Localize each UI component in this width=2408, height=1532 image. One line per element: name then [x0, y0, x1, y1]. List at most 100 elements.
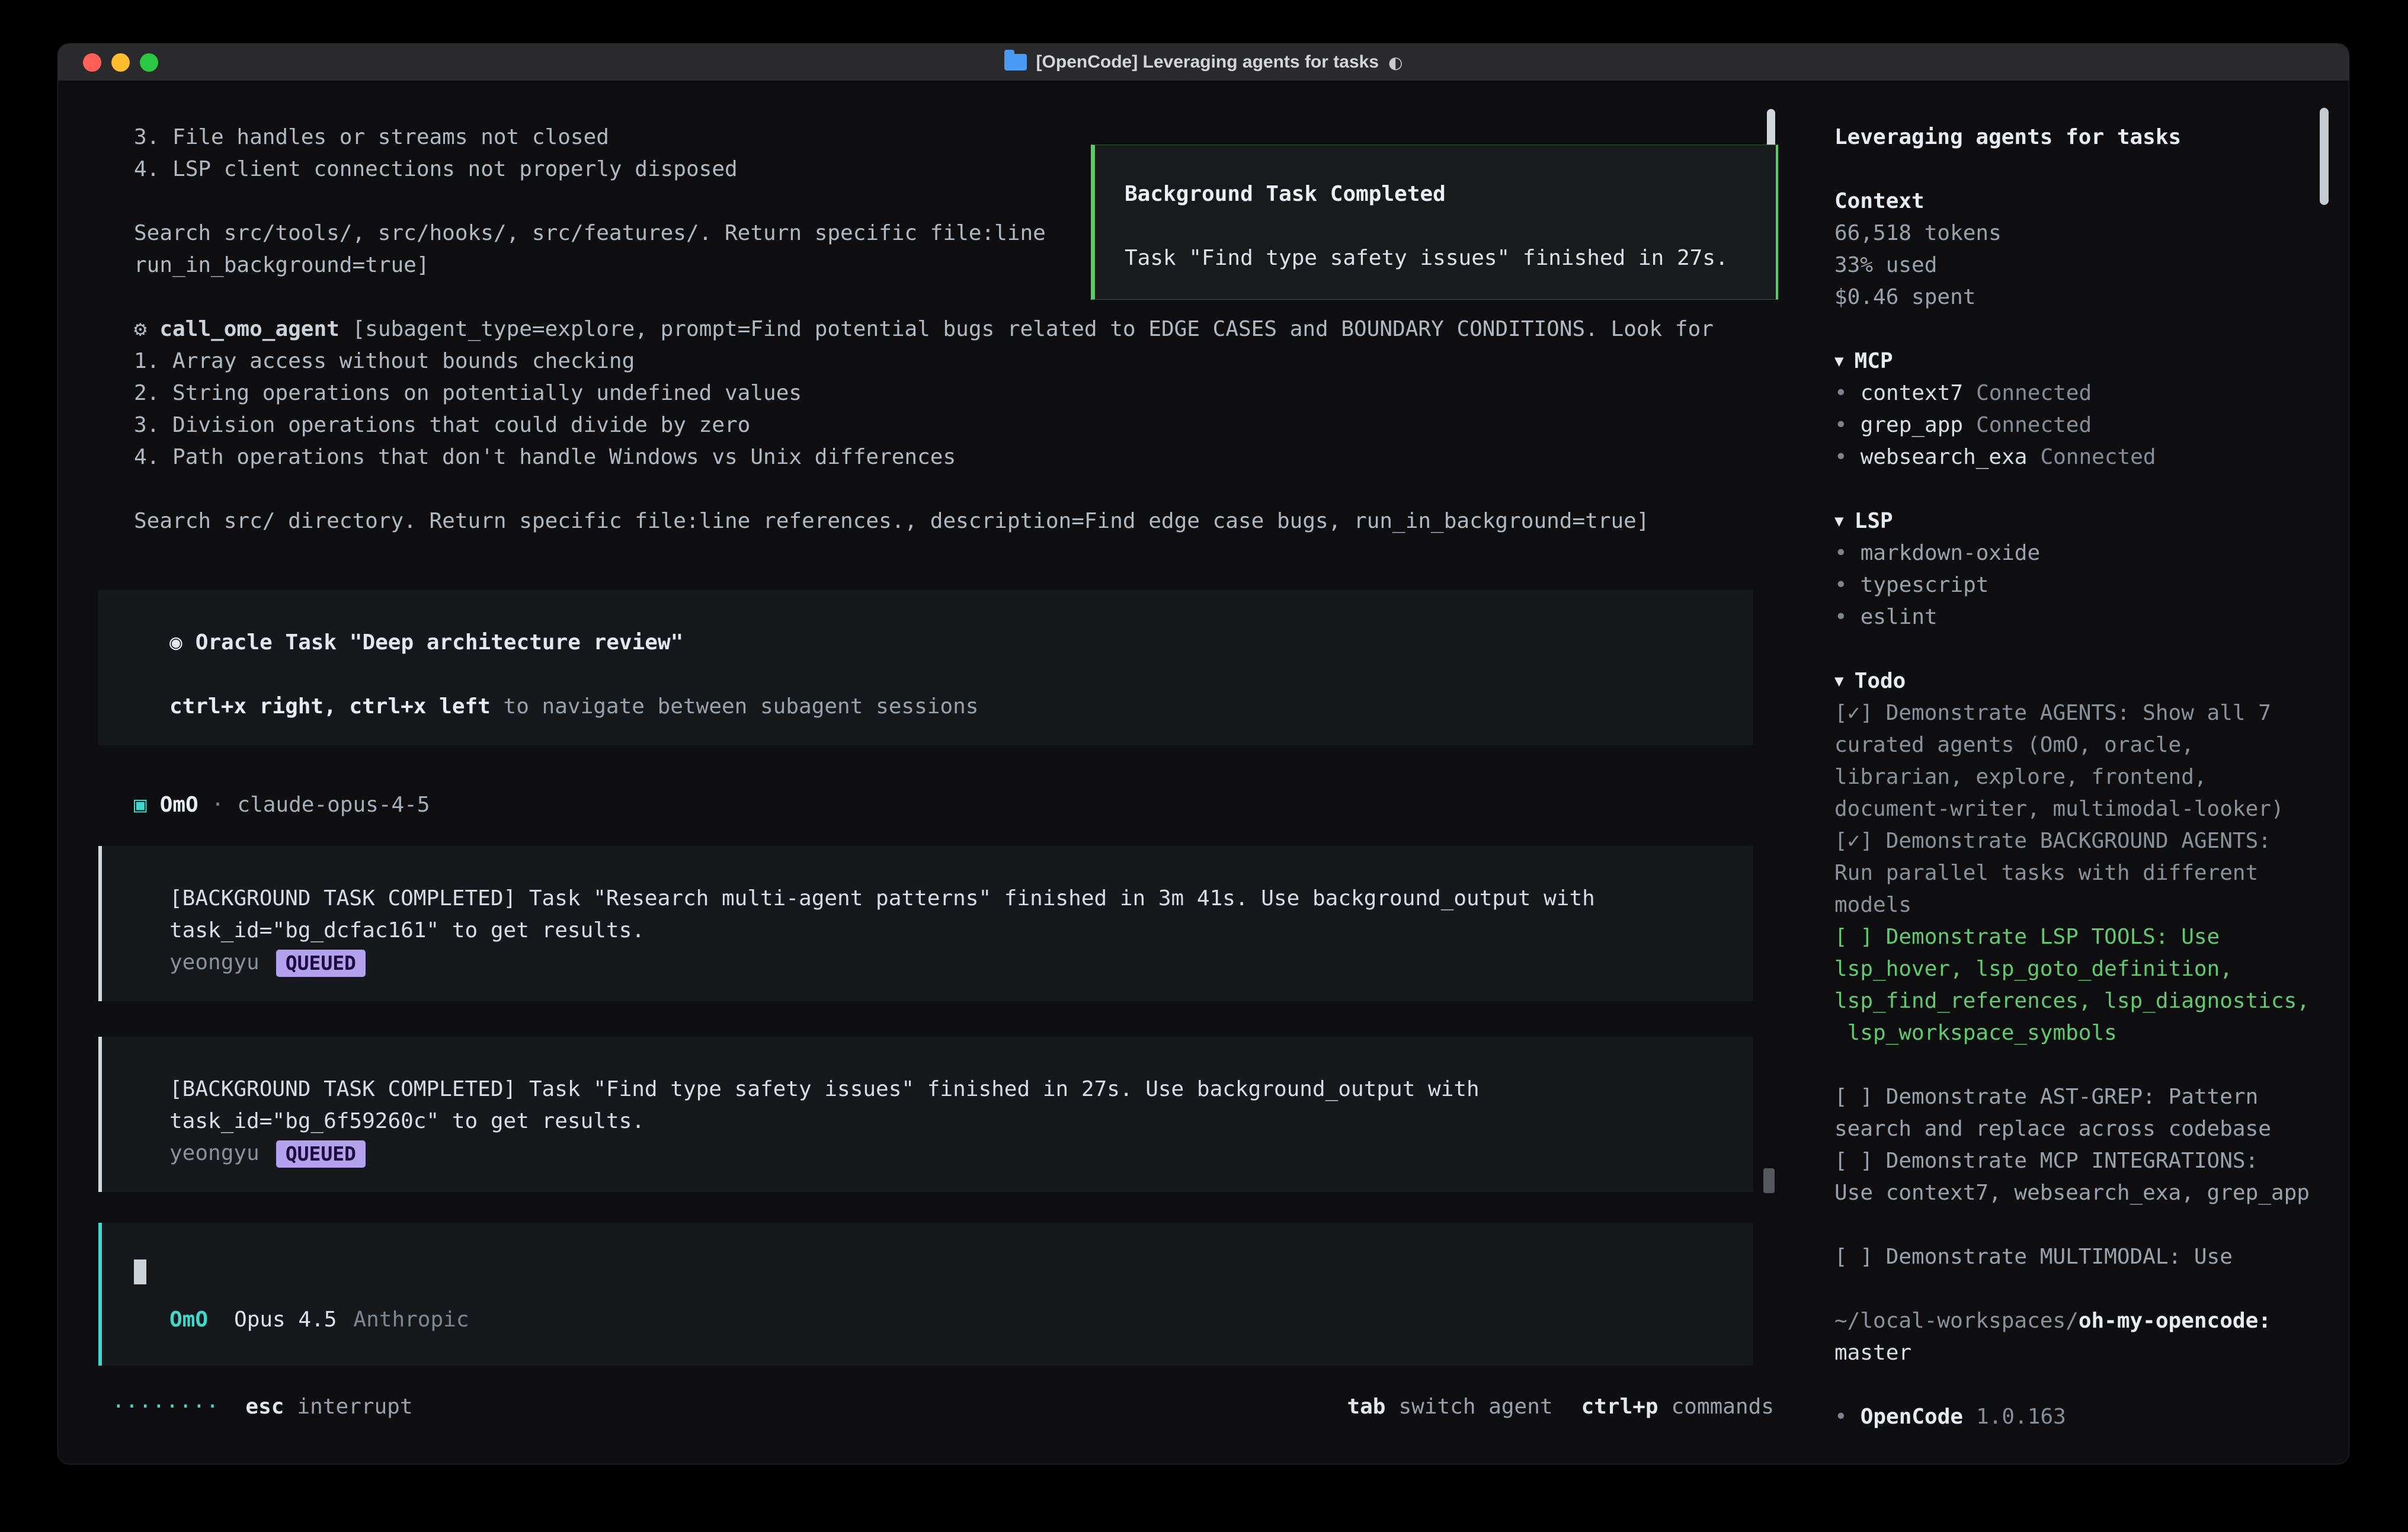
- toast-body: Task "Find type safety issues" finished …: [1125, 242, 1758, 274]
- oracle-hint-keys: ctrl+x right, ctrl+x left: [169, 694, 491, 719]
- mcp-item: •grep_appConnected: [1834, 409, 2337, 441]
- mcp-section-header[interactable]: ▼MCP: [1834, 345, 2337, 377]
- agent-model: claude-opus-4-5: [237, 793, 430, 817]
- workspace-section: ~/local-workspaces/oh-my-opencode: maste…: [1834, 1305, 2337, 1369]
- separator-dot: ·: [212, 793, 225, 817]
- window-title: [OpenCode] Leveraging agents for tasks ◐: [1004, 52, 1403, 72]
- status-right: tab switch agent ctrl+p commands: [1347, 1391, 1774, 1423]
- message-line: task_id="bg_6f59260c" to get results.: [134, 1105, 1730, 1137]
- oracle-hint-text: to navigate between subagent sessions: [491, 694, 979, 719]
- folder-icon: [1004, 54, 1027, 70]
- terminal-line: 4. Path operations that don't handle Win…: [98, 441, 1753, 473]
- esc-key-hint: esc: [245, 1391, 284, 1423]
- oracle-task-box[interactable]: ◉Oracle Task "Deep architecture review" …: [98, 590, 1753, 745]
- minimize-button[interactable]: [111, 53, 130, 72]
- tab-key-label: switch agent: [1398, 1391, 1552, 1423]
- input-model-name: Opus 4.5: [234, 1307, 337, 1332]
- toast-title: Background Task Completed: [1125, 178, 1758, 210]
- spacer-line: [134, 659, 1730, 691]
- chevron-down-icon: ▼: [1834, 665, 1844, 697]
- scrollbar-thumb[interactable]: [1767, 109, 1775, 149]
- todo-item: [ ] Demonstrate MCP INTEGRATIONS: Use co…: [1834, 1145, 2337, 1209]
- queued-badge: QUEUED: [276, 1140, 366, 1168]
- terminal-line: 3. Division operations that could divide…: [98, 409, 1753, 441]
- terminal-line: [98, 473, 1753, 505]
- half-circle-icon: ◐: [1388, 53, 1402, 72]
- bullet-icon: •: [1834, 413, 1847, 437]
- context-spent: $0.46 spent: [1834, 281, 2337, 313]
- oracle-task-title: ◉Oracle Task "Deep architecture review": [134, 627, 1730, 659]
- version-line: • OpenCode 1.0.163: [1834, 1401, 2337, 1433]
- message-line: [BACKGROUND TASK COMPLETED] Task "Resear…: [134, 883, 1730, 915]
- workspace-branch: master: [1834, 1337, 2337, 1369]
- toast-notification[interactable]: Background Task Completed Task "Find typ…: [1091, 145, 1778, 300]
- input-footer: OmOOpus 4.5Anthropic: [134, 1304, 1730, 1336]
- chevron-down-icon: ▼: [1834, 505, 1844, 537]
- app-name: OpenCode: [1861, 1405, 1963, 1429]
- scrollbar-thumb[interactable]: [2320, 108, 2329, 205]
- todo-section-header[interactable]: ▼Todo: [1834, 665, 2337, 697]
- queued-badge: QUEUED: [276, 950, 366, 977]
- bullet-icon: •: [1834, 1405, 1847, 1429]
- bullet-icon: •: [1834, 541, 1847, 565]
- todo-item-active: [ ] Demonstrate LSP TOOLS: Use lsp_hover…: [1834, 921, 2337, 1049]
- zoom-button[interactable]: [140, 53, 158, 72]
- opencode-window: [OpenCode] Leveraging agents for tasks ◐…: [57, 43, 2349, 1464]
- context-used: 33% used: [1834, 249, 2337, 281]
- bullet-icon: •: [1834, 573, 1847, 597]
- version-section: • OpenCode 1.0.163: [1834, 1401, 2337, 1433]
- context-tokens: 66,518 tokens: [1834, 217, 2337, 249]
- close-button[interactable]: [83, 53, 101, 72]
- oracle-hint: ctrl+x right, ctrl+x left to navigate be…: [134, 691, 1730, 723]
- terminal-line: 1. Array access without bounds checking: [98, 345, 1753, 377]
- text-cursor: [134, 1259, 146, 1284]
- lsp-section-header[interactable]: ▼LSP: [1834, 505, 2337, 537]
- agent-square-icon: ▣: [134, 793, 147, 817]
- ctrlp-key-hint: ctrl+p: [1581, 1391, 1658, 1423]
- window-title-text: [OpenCode] Leveraging agents for tasks: [1036, 52, 1379, 72]
- message-line: task_id="bg_dcfac161" to get results.: [134, 915, 1730, 947]
- terminal-line: Search src/ directory. Return specific f…: [98, 505, 1753, 537]
- session-title: Leveraging agents for tasks: [1834, 121, 2337, 153]
- prompt-input[interactable]: OmOOpus 4.5Anthropic: [98, 1223, 1753, 1366]
- author-name: yeongyu: [169, 950, 260, 975]
- context-section: Context 66,518 tokens 33% used $0.46 spe…: [1834, 185, 2337, 313]
- ctrlp-key-label: commands: [1671, 1391, 1774, 1423]
- todo-item: [ ] Demonstrate AST-GREP: Pattern search…: [1834, 1081, 2337, 1145]
- traffic-lights: [83, 44, 158, 81]
- scrollbar-thumb[interactable]: [1763, 1168, 1775, 1193]
- tool-call-name: call_omo_agent: [159, 317, 339, 341]
- input-agent-name: OmO: [169, 1307, 208, 1332]
- mcp-item: •websearch_exaConnected: [1834, 441, 2337, 473]
- background-task-message: [BACKGROUND TASK COMPLETED] Task "Find t…: [98, 1037, 1753, 1192]
- message-line: [BACKGROUND TASK COMPLETED] Task "Find t…: [134, 1073, 1730, 1105]
- author-name: yeongyu: [169, 1141, 260, 1165]
- spinner-dots: ········: [112, 1391, 219, 1423]
- workspace-path: ~/local-workspaces/oh-my-opencode:: [1834, 1305, 2337, 1337]
- background-task-message: [BACKGROUND TASK COMPLETED] Task "Resear…: [98, 846, 1753, 1001]
- tool-call-line: ⚙ call_omo_agent [subagent_type=explore,…: [98, 313, 1753, 345]
- todo-item: [✓] Demonstrate BACKGROUND AGENTS: Run p…: [1834, 825, 2337, 921]
- spacer-line: [1125, 210, 1758, 242]
- lsp-item: •markdown-oxide: [1834, 537, 2337, 569]
- lsp-section: ▼LSP •markdown-oxide •typescript •eslint: [1834, 505, 2337, 633]
- mcp-section: ▼MCP •context7Connected •grep_appConnect…: [1834, 345, 2337, 473]
- status-bar: ········ esc interrupt tab switch agent …: [112, 1391, 1774, 1423]
- message-meta: yeongyu QUEUED: [134, 947, 1730, 979]
- bullet-icon: •: [1834, 381, 1847, 405]
- esc-key-label: interrupt: [297, 1391, 412, 1423]
- tab-key-hint: tab: [1347, 1391, 1385, 1423]
- lsp-item: •typescript: [1834, 569, 2337, 601]
- app-version: 1.0.163: [1976, 1405, 2066, 1429]
- terminal-flow: 3. File handles or streams not closed 4.…: [98, 121, 1753, 1366]
- bullet-icon: •: [1834, 445, 1847, 469]
- sidebar: Leveraging agents for tasks Context 66,5…: [1789, 81, 2349, 1464]
- todo-item: [ ] Demonstrate MULTIMODAL: Use: [1834, 1241, 2337, 1273]
- mcp-item: •context7Connected: [1834, 377, 2337, 409]
- lsp-item: •eslint: [1834, 601, 2337, 633]
- titlebar: [OpenCode] Leveraging agents for tasks ◐: [58, 44, 2349, 81]
- bullet-icon: •: [1834, 605, 1847, 629]
- todo-section: ▼Todo [✓] Demonstrate AGENTS: Show all 7…: [1834, 665, 2337, 1273]
- fisheye-icon: ◉: [169, 630, 182, 655]
- terminal-line: 2. String operations on potentially unde…: [98, 377, 1753, 409]
